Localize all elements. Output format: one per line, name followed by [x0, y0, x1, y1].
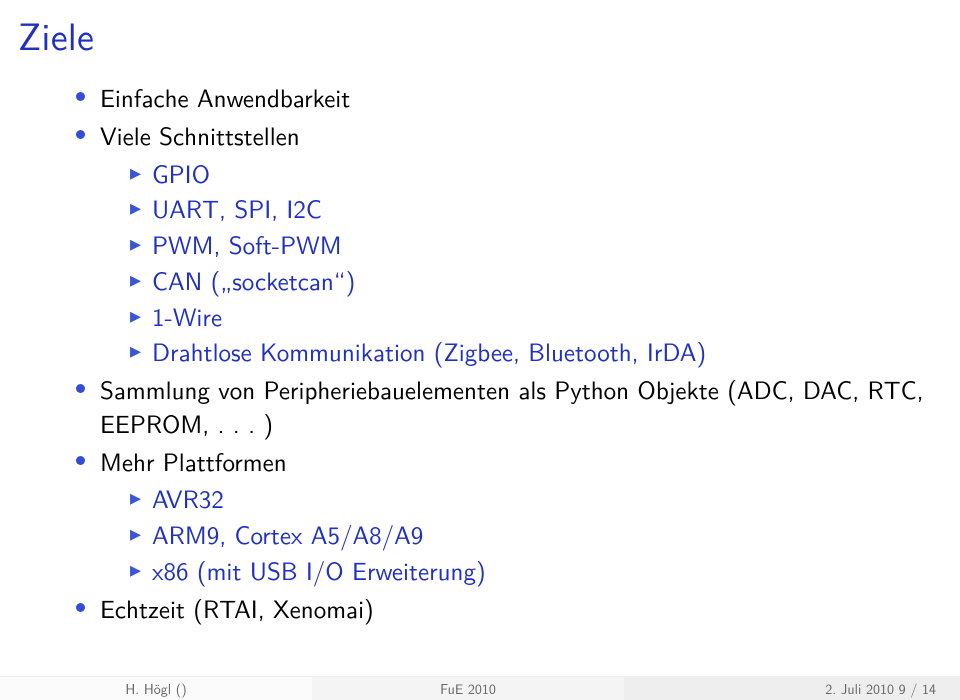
item-text: Viele Schnittstellen: [100, 116, 300, 153]
list-item: Viele Schnittstellen GPIO UART, SPI, I2C…: [70, 118, 940, 368]
list-item: CAN („socketcan“): [128, 263, 940, 297]
slide-title: Ziele: [0, 0, 960, 62]
sublist: GPIO UART, SPI, I2C PWM, Soft-PWM CAN („…: [128, 156, 940, 369]
footer-page: 2. Juli 2010 9 / 14: [624, 676, 960, 700]
item-text: PWM, Soft-PWM: [152, 225, 342, 262]
list-item: 1-Wire: [128, 299, 940, 333]
list-item: ARM9, Cortex A5/A8/A9: [128, 517, 940, 551]
item-text: UART, SPI, I2C: [152, 189, 322, 226]
item-text: 1-Wire: [152, 297, 222, 334]
item-text: Mehr Plattformen: [100, 442, 287, 479]
list-item: GPIO: [128, 156, 940, 190]
item-text: GPIO: [152, 154, 210, 191]
list-item: Sammlung von Peripheriebauelementen als …: [70, 372, 940, 440]
list-item: PWM, Soft-PWM: [128, 227, 940, 261]
footer-event: FuE 2010: [312, 676, 624, 700]
list-item: AVR32: [128, 481, 940, 515]
item-text: Einfache Anwendbarkeit: [100, 78, 350, 115]
item-text: CAN („socketcan“): [152, 261, 355, 298]
slide-content: Einfache Anwendbarkeit Viele Schnittstel…: [0, 62, 960, 624]
list-item: UART, SPI, I2C: [128, 191, 940, 225]
item-text: ARM9, Cortex A5/A8/A9: [152, 515, 423, 552]
item-text: x86 (mit USB I/O Erweiterung): [152, 551, 486, 588]
footer-author: H. Högl (): [0, 676, 312, 700]
list-item: Echtzeit (RTAI, Xenomai): [70, 591, 940, 625]
footer: H. Högl () FuE 2010 2. Juli 2010 9 / 14: [0, 676, 960, 700]
item-text: Echtzeit (RTAI, Xenomai): [100, 589, 374, 626]
sublist: AVR32 ARM9, Cortex A5/A8/A9 x86 (mit USB…: [128, 481, 940, 586]
list-item: Drahtlose Kommunikation (Zigbee, Bluetoo…: [128, 334, 940, 368]
list-item: Einfache Anwendbarkeit: [70, 80, 940, 114]
item-text: Drahtlose Kommunikation (Zigbee, Bluetoo…: [152, 332, 706, 369]
list-item: x86 (mit USB I/O Erweiterung): [128, 553, 940, 587]
list-item: Mehr Plattformen AVR32 ARM9, Cortex A5/A…: [70, 444, 940, 587]
slide: Ziele Einfache Anwendbarkeit Viele Schni…: [0, 0, 960, 700]
bullet-list: Einfache Anwendbarkeit Viele Schnittstel…: [70, 80, 940, 624]
item-text: Sammlung von Peripheriebauelementen als …: [100, 370, 924, 441]
item-text: AVR32: [152, 479, 224, 516]
